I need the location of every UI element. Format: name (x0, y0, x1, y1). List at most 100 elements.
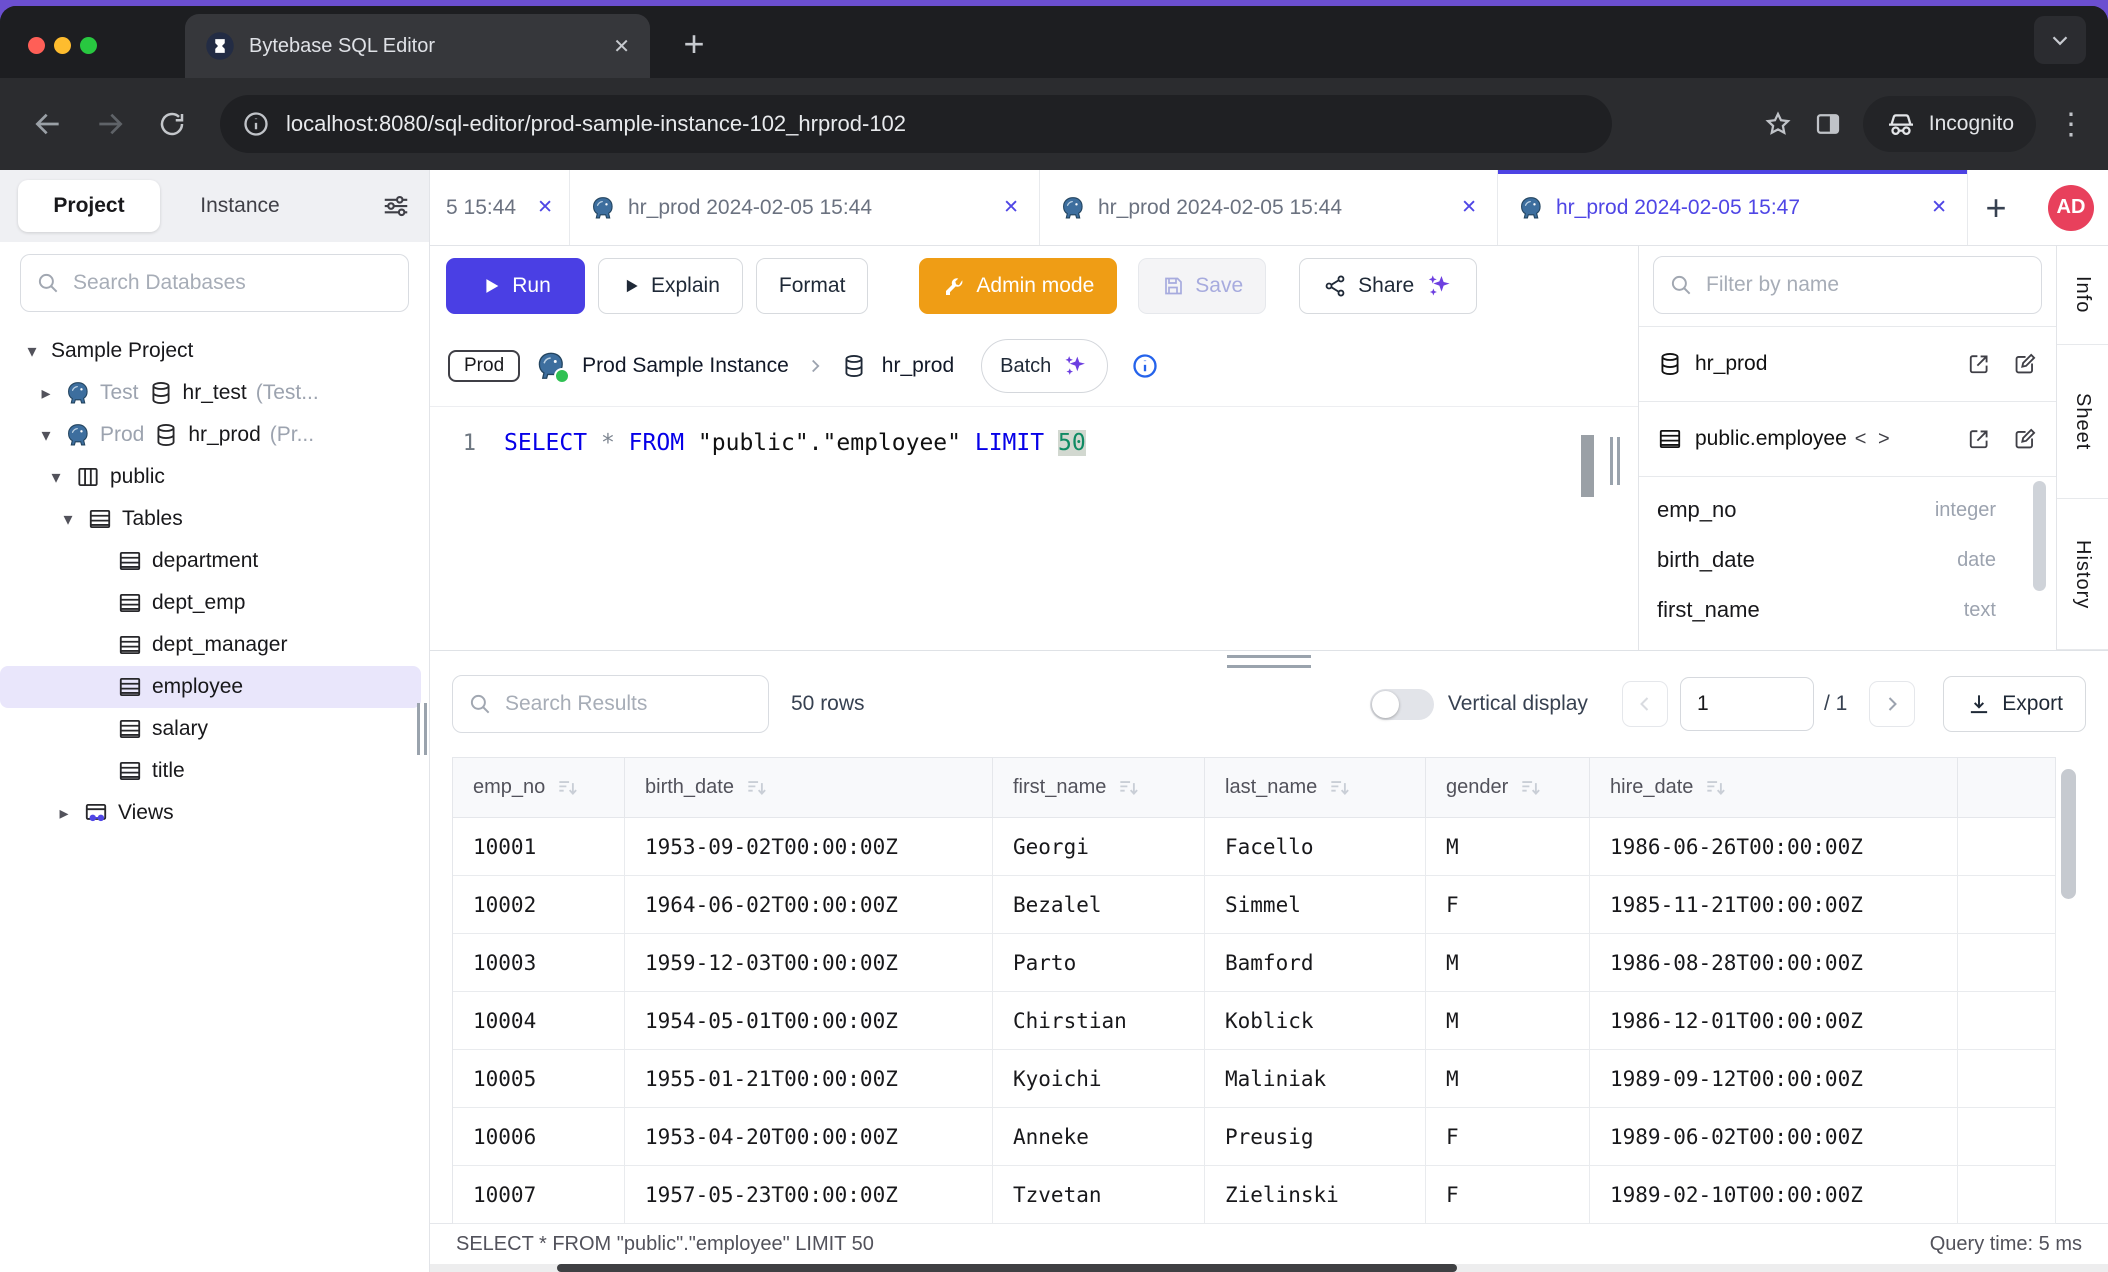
tree-item-sample-project[interactable]: ▾Sample Project (0, 330, 421, 372)
table-cell[interactable]: Maliniak (1205, 1050, 1426, 1107)
table-cell[interactable]: 10005 (453, 1050, 625, 1107)
table-cell[interactable]: 1986-08-28T00:00:00Z (1590, 934, 1958, 991)
filter-by-name-input[interactable] (1704, 272, 2027, 298)
format-button[interactable]: Format (756, 258, 869, 314)
column-row[interactable]: last_nametext (1639, 635, 2056, 650)
schema-scrollbar[interactable] (2033, 481, 2046, 591)
schema-filter[interactable] (1653, 256, 2042, 314)
results-drag-handle[interactable] (1227, 655, 1311, 668)
side-panel-icon[interactable] (1813, 109, 1843, 139)
table-cell[interactable]: 1985-11-21T00:00:00Z (1590, 876, 1958, 933)
table-row[interactable]: 100071957-05-23T00:00:00ZTzvetanZielinsk… (453, 1166, 2056, 1224)
share-button[interactable]: Share (1299, 258, 1477, 314)
sidebar-resize-handle[interactable] (417, 703, 427, 755)
table-cell[interactable]: Zielinski (1205, 1166, 1426, 1223)
table-cell[interactable]: 1986-12-01T00:00:00Z (1590, 992, 1958, 1049)
table-cell[interactable]: Anneke (993, 1108, 1205, 1165)
table-cell[interactable]: Kyoichi (993, 1050, 1205, 1107)
close-tab-icon[interactable]: ✕ (1931, 196, 1947, 219)
results-search[interactable] (452, 675, 769, 733)
open-external-icon[interactable] (1966, 426, 1992, 452)
tree-item-salary[interactable]: salary (0, 708, 421, 750)
table-cell[interactable]: 10004 (453, 992, 625, 1049)
back-button[interactable] (22, 98, 74, 150)
maximize-window-button[interactable] (80, 37, 97, 54)
caret-down-icon[interactable]: ▾ (46, 467, 66, 488)
editor-scrollbar[interactable] (1581, 435, 1594, 497)
table-cell[interactable]: 1989-09-12T00:00:00Z (1590, 1050, 1958, 1107)
column-header-gender[interactable]: gender (1426, 758, 1590, 817)
table-row[interactable]: 100021964-06-02T00:00:00ZBezalelSimmelF1… (453, 876, 2056, 934)
results-vertical-scrollbar[interactable] (2061, 769, 2076, 899)
tree-item-department[interactable]: department (0, 540, 421, 582)
column-row[interactable]: first_nametext (1639, 585, 2056, 635)
edit-icon[interactable] (2012, 426, 2038, 452)
tree-item-dept-manager[interactable]: dept_manager (0, 624, 421, 666)
instance-name[interactable]: Prod Sample Instance (582, 354, 789, 378)
table-cell[interactable]: Chirstian (993, 992, 1205, 1049)
side-tab-info[interactable]: Info (2057, 246, 2108, 345)
table-cell[interactable]: 1953-09-02T00:00:00Z (625, 818, 993, 875)
table-cell[interactable]: Bezalel (993, 876, 1205, 933)
table-cell[interactable]: 10007 (453, 1166, 625, 1223)
export-button[interactable]: Export (1943, 676, 2086, 732)
table-cell[interactable]: 1953-04-20T00:00:00Z (625, 1108, 993, 1165)
editor-tab[interactable]: 5 15:44✕ (430, 170, 570, 245)
admin-mode-button[interactable]: Admin mode (919, 258, 1117, 314)
caret-down-icon[interactable]: ▾ (22, 341, 42, 362)
table-cell[interactable]: Parto (993, 934, 1205, 991)
info-circle-icon[interactable] (1131, 352, 1159, 380)
table-cell[interactable]: Georgi (993, 818, 1205, 875)
table-cell[interactable]: 10003 (453, 934, 625, 991)
close-tab-icon[interactable]: ✕ (537, 196, 553, 219)
browser-tab[interactable]: Bytebase SQL Editor ✕ (185, 14, 650, 78)
column-header-birth_date[interactable]: birth_date (625, 758, 993, 817)
table-cell[interactable]: Tzvetan (993, 1166, 1205, 1223)
table-row[interactable]: 100041954-05-01T00:00:00ZChirstianKoblic… (453, 992, 2056, 1050)
column-header-hire_date[interactable]: hire_date (1590, 758, 1958, 817)
table-row[interactable]: 100051955-01-21T00:00:00ZKyoichiMaliniak… (453, 1050, 2056, 1108)
schema-database-row[interactable]: hr_prod (1639, 326, 2056, 401)
new-tab-button[interactable]: + (668, 18, 720, 70)
table-cell[interactable]: F (1426, 1166, 1590, 1223)
table-row[interactable]: 100031959-12-03T00:00:00ZPartoBamfordM19… (453, 934, 2056, 992)
tree-item-employee[interactable]: employee (0, 666, 421, 708)
editor-tab[interactable]: hr_prod 2024-02-05 15:44✕ (1040, 170, 1498, 245)
run-button[interactable]: Run (446, 258, 585, 314)
table-cell[interactable]: M (1426, 1050, 1590, 1107)
tree-item-hr-test[interactable]: ▸Testhr_test(Test... (0, 372, 421, 414)
tree-item-dept-emp[interactable]: dept_emp (0, 582, 421, 624)
filter-sliders-icon[interactable] (381, 191, 411, 221)
results-horizontal-scrollbar[interactable] (430, 1264, 2108, 1272)
table-cell[interactable]: 1954-05-01T00:00:00Z (625, 992, 993, 1049)
column-header-last_name[interactable]: last_name (1205, 758, 1426, 817)
next-page-button[interactable] (1869, 681, 1915, 727)
minimize-window-button[interactable] (54, 37, 71, 54)
table-cell[interactable]: Koblick (1205, 992, 1426, 1049)
table-cell[interactable]: 1989-06-02T00:00:00Z (1590, 1108, 1958, 1165)
bookmark-star-icon[interactable] (1763, 109, 1793, 139)
table-cell[interactable]: 1986-06-26T00:00:00Z (1590, 818, 1958, 875)
search-databases-input[interactable] (71, 270, 394, 296)
prev-page-button[interactable] (1622, 681, 1668, 727)
table-cell[interactable]: 1964-06-02T00:00:00Z (625, 876, 993, 933)
schema-table-row[interactable]: public.employee < > (1639, 401, 2056, 476)
hscroll-thumb[interactable] (557, 1264, 1457, 1272)
caret-down-icon[interactable]: ▾ (58, 509, 78, 530)
table-cell[interactable]: 10006 (453, 1108, 625, 1165)
avatar[interactable]: AD (2048, 185, 2094, 231)
table-cell[interactable]: 10001 (453, 818, 625, 875)
close-browser-tab-icon[interactable]: ✕ (613, 34, 630, 59)
edit-icon[interactable] (2012, 351, 2038, 377)
table-cell[interactable]: M (1426, 992, 1590, 1049)
browser-menu-button[interactable]: ⋮ (2056, 107, 2086, 142)
panel-resize-handle[interactable] (1610, 437, 1620, 485)
table-cell[interactable]: Preusig (1205, 1108, 1426, 1165)
database-name[interactable]: hr_prod (882, 354, 954, 378)
tree-item-schema-public[interactable]: ▾public (0, 456, 421, 498)
table-cell[interactable]: Facello (1205, 818, 1426, 875)
table-cell[interactable]: M (1426, 818, 1590, 875)
reload-button[interactable] (146, 98, 198, 150)
explain-button[interactable]: Explain (598, 258, 743, 314)
table-cell[interactable]: 1989-02-10T00:00:00Z (1590, 1166, 1958, 1223)
